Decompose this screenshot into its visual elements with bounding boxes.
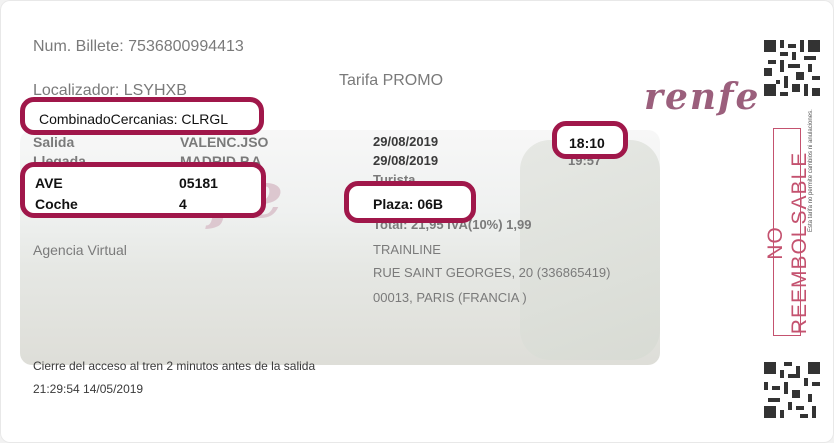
tarifa: Tarifa PROMO — [339, 72, 444, 89]
plaza-highlight: Plaza: 06B — [344, 181, 476, 223]
address-line-1: TRAINLINE — [373, 242, 441, 257]
renfe-logo: renfe — [644, 76, 761, 118]
salida-time: 18:10 — [569, 135, 605, 151]
salida-label: Salida — [33, 134, 75, 150]
departure-time-highlight: 18:10 — [552, 121, 628, 159]
address-line-2: RUE SAINT GEORGES, 20 (336865419) — [373, 265, 611, 280]
ticket-number: Num. Billete: 7536800994413 — [33, 38, 244, 55]
coche-number: 4 — [179, 196, 187, 212]
agencia-virtual: Agencia Virtual — [33, 242, 127, 258]
train-coach-highlight: AVE 05181 Coche 4 — [20, 162, 266, 218]
coche-label: Coche — [35, 196, 78, 212]
llegada-date: 29/08/2019 — [373, 153, 439, 168]
no-reembolsable-stamp: NO REEMBOLSABLE — [764, 128, 811, 336]
ticket: renfe Num. Billete: 7536800994413 Locali… — [0, 0, 834, 443]
stamp-note: Esta tarifa no permite cambios ni anulac… — [808, 109, 814, 232]
issue-timestamp: 21:29:54 14/05/2019 — [33, 382, 144, 396]
train-number: 05181 — [179, 175, 218, 191]
salida-station: VALENC.JSO — [180, 134, 269, 150]
bottom-qr-code — [764, 362, 820, 418]
stamp-label: NO REEMBOLSABLE — [764, 151, 811, 335]
train-photo-shade — [520, 140, 660, 360]
plaza-seat: Plaza: 06B — [373, 196, 444, 212]
combinado-highlight: CombinadoCercanias: CLRGL — [20, 97, 264, 135]
combinado-cercanias: CombinadoCercanias: CLRGL — [39, 111, 229, 127]
address-line-3: 00013, PARIS (FRANCIA ) — [373, 290, 527, 305]
train-type: AVE — [35, 175, 63, 191]
top-qr-code — [764, 40, 820, 96]
cierre-note: Cierre del acceso al tren 2 minutos ante… — [33, 359, 316, 373]
salida-date: 29/08/2019 — [373, 134, 439, 149]
